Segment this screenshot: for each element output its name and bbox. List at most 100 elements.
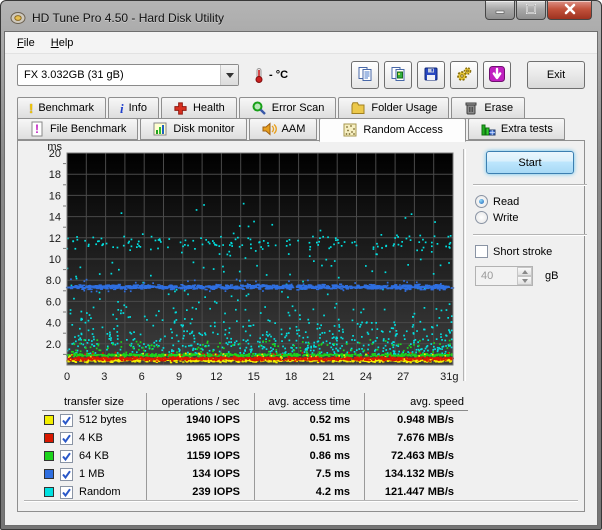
info-icon: i (120, 102, 124, 115)
stroke-size-unit: gB (545, 270, 558, 282)
tab-label: AAM (282, 123, 306, 135)
speed-value: 121.447 MB/s (364, 483, 468, 501)
tab-health[interactable]: Health (161, 97, 237, 119)
column-header: transfer size (42, 393, 146, 411)
ops-value: 1965 IOPS (146, 429, 254, 447)
radio-label: Read (493, 196, 519, 208)
stroke-size-input[interactable]: 40 (475, 266, 533, 286)
ops-value: 1159 IOPS (146, 447, 254, 465)
series-checkbox[interactable] (60, 450, 73, 463)
svg-text:6.0: 6.0 (46, 296, 61, 308)
svg-text:21: 21 (322, 371, 334, 383)
short-stroke-label: Short stroke (493, 246, 552, 258)
transfer-size-label: 512 bytes (79, 414, 127, 426)
options-button[interactable] (450, 61, 478, 89)
svg-text:24: 24 (360, 371, 372, 383)
table-row-legend: 512 bytes (42, 411, 146, 429)
column-header: avg. access time (254, 393, 364, 411)
transfer-size-label: Random (79, 486, 121, 498)
series-checkbox[interactable] (60, 468, 73, 481)
client-area: FileHelp FX 3.032GB (31 gB) - °C Exit !B… (4, 31, 598, 526)
divider (473, 234, 587, 235)
spin-down-button[interactable] (517, 276, 532, 285)
access-time-value: 0.52 ms (254, 411, 364, 429)
series-color-swatch (44, 415, 54, 425)
tab-erase[interactable]: Erase (451, 97, 525, 119)
erase-icon (463, 100, 479, 116)
thermometer-icon (251, 67, 267, 83)
transfer-size-label: 64 KB (79, 450, 109, 462)
table-row-legend: Random (42, 483, 146, 501)
radio-write[interactable]: Write (475, 211, 589, 224)
spin-up-button[interactable] (517, 267, 532, 276)
copy-image-button[interactable] (384, 61, 412, 89)
svg-text:16: 16 (49, 190, 61, 202)
save-button[interactable] (417, 61, 445, 89)
menu-file[interactable]: File (9, 34, 43, 52)
options-icon (456, 66, 472, 85)
radio-icon[interactable] (475, 195, 488, 208)
speed-value: 72.463 MB/s (364, 447, 468, 465)
menu-help[interactable]: Help (43, 34, 82, 52)
ops-value: 239 IOPS (146, 483, 254, 501)
minimize-button[interactable] (485, 1, 515, 20)
maximize-icon (523, 1, 539, 20)
short-stroke-checkbox[interactable]: Short stroke (475, 245, 589, 258)
start-button[interactable]: Start (486, 151, 574, 174)
speed-value: 134.132 MB/s (364, 465, 468, 483)
spinner-buttons (517, 267, 532, 285)
copy-text-button[interactable] (351, 61, 379, 89)
tab-aam[interactable]: AAM (249, 118, 318, 140)
tab-folder-usage[interactable]: Folder Usage (338, 97, 449, 119)
checkbox-icon[interactable] (475, 245, 488, 258)
file-benchmark-icon: ! (29, 121, 45, 137)
series-color-swatch (44, 433, 54, 443)
svg-text:18: 18 (49, 169, 61, 181)
drive-selector[interactable]: FX 3.032GB (31 gB) (17, 64, 239, 86)
exit-button[interactable]: Exit (527, 61, 585, 89)
series-checkbox[interactable] (60, 432, 73, 445)
transfer-size-label: 1 MB (79, 468, 105, 480)
radio-icon[interactable] (475, 211, 488, 224)
series-checkbox[interactable] (60, 414, 73, 427)
svg-text:31gB: 31gB (440, 371, 458, 383)
maximize-button[interactable] (516, 1, 546, 20)
tab-benchmark[interactable]: !Benchmark (17, 97, 106, 119)
extra-tests-icon (480, 121, 496, 137)
tab-label: Random Access (363, 124, 442, 136)
save-icon (423, 66, 439, 85)
tab-label: Erase (484, 102, 513, 114)
download-icon (489, 66, 505, 85)
tab-random-access[interactable]: Random Access (319, 118, 465, 142)
tab-label: Health (193, 102, 225, 114)
tab-extra-tests[interactable]: Extra tests (468, 118, 565, 140)
tab-info[interactable]: iInfo (108, 97, 159, 119)
series-color-swatch (44, 451, 54, 461)
svg-text:20: 20 (49, 148, 61, 160)
download-button[interactable] (483, 61, 511, 89)
tab-disk-monitor[interactable]: Disk monitor (140, 118, 246, 140)
drive-selector-value: FX 3.032GB (31 gB) (18, 69, 220, 81)
access-time-value: 0.51 ms (254, 429, 364, 447)
close-button[interactable] (547, 1, 592, 20)
random-access-chart: ms2018161412108.06.04.02.003691215182124… (30, 141, 458, 383)
health-icon (173, 101, 188, 116)
results-table: transfer sizeoperations / secavg. access… (42, 393, 468, 501)
stroke-size-value: 40 (476, 270, 517, 282)
svg-text:0: 0 (64, 371, 70, 383)
radio-read[interactable]: Read (475, 195, 589, 208)
series-checkbox[interactable] (60, 486, 73, 499)
transfer-size-label: 4 KB (79, 432, 103, 444)
close-icon (562, 1, 578, 20)
svg-text:3: 3 (101, 371, 107, 383)
tab-file-benchmark[interactable]: !File Benchmark (17, 118, 138, 140)
divider (24, 500, 578, 501)
toolbar: FX 3.032GB (31 gB) - °C Exit (5, 54, 597, 97)
app-window: HD Tune Pro 4.50 - Hard Disk Utility Fil… (0, 0, 602, 530)
series-color-swatch (44, 487, 54, 497)
titlebar[interactable]: HD Tune Pro 4.50 - Hard Disk Utility (4, 4, 598, 31)
tab-error-scan[interactable]: Error Scan (239, 97, 337, 119)
chevron-down-icon[interactable] (220, 65, 238, 85)
tab-label: Extra tests (501, 123, 553, 135)
svg-text:18: 18 (285, 371, 297, 383)
